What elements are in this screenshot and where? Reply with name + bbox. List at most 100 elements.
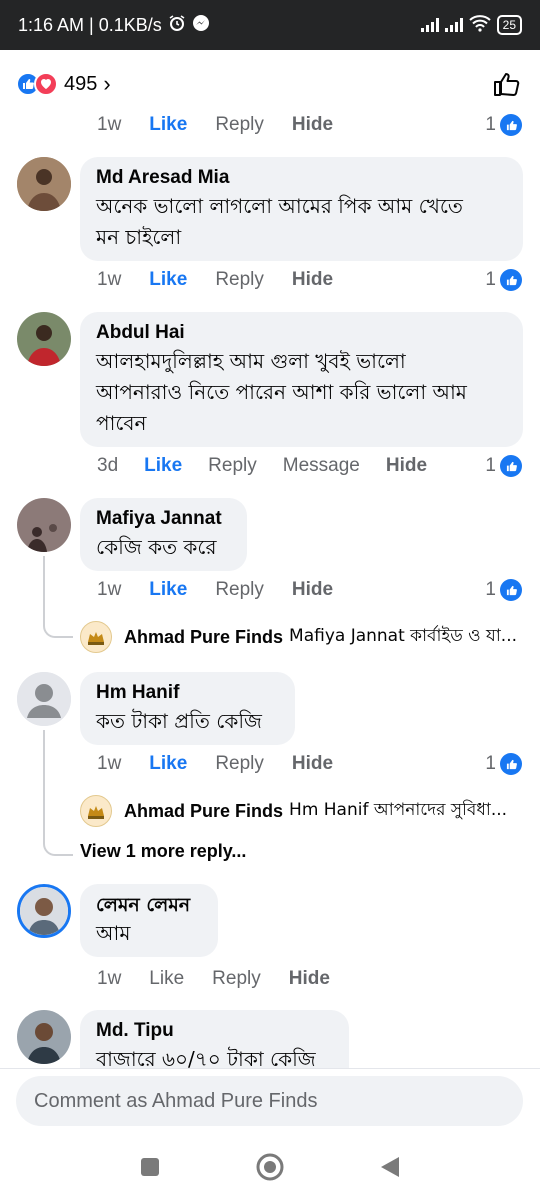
comment-bubble: লেমন লেমন আম	[80, 884, 218, 957]
reply-button[interactable]: Reply	[215, 579, 264, 601]
reply-button[interactable]: Reply	[212, 968, 261, 990]
signal-icon-2	[444, 18, 463, 32]
reaction-count-value: 1	[485, 753, 496, 774]
comment-text-line: কত টাকা প্রতি কেজি	[96, 709, 262, 733]
comment-bubble: Hm Hanif কত টাকা প্রতি কেজি	[80, 672, 295, 745]
comment-text-line: আপনারাও নিতে পারেন আশা করি ভালো আম	[96, 380, 467, 404]
avatar[interactable]	[17, 672, 71, 726]
like-button[interactable]: Like	[149, 968, 184, 990]
commenter-name[interactable]: লেমন লেমন	[96, 892, 202, 918]
commenter-name[interactable]: Md Aresad Mia	[96, 165, 507, 191]
comment-actions: 1w Like Reply Hide	[97, 968, 330, 990]
comment-actions: 1w Like Reply Hide	[97, 269, 333, 291]
reaction-count-value: 1	[485, 269, 496, 290]
reaction-count-value: 1	[485, 114, 496, 135]
avatar[interactable]	[17, 157, 71, 211]
reply-preview[interactable]: Ahmad Pure Finds Hm Hanif আপনাদের সুবিধা…	[80, 795, 520, 827]
comment-bubble: Mafiya Jannat কেজি কত করে	[80, 498, 247, 571]
comment-input[interactable]: Comment as Ahmad Pure Finds	[16, 1076, 523, 1126]
like-post-button[interactable]	[488, 66, 524, 102]
comment-text-line: আলহামদুলিল্লাহ আম গুলা খুবই ভালো	[96, 349, 406, 373]
view-more-replies-link[interactable]: View 1 more reply...	[80, 841, 246, 862]
avatar[interactable]	[17, 1010, 71, 1064]
commenter-name[interactable]: Md. Tipu	[96, 1018, 333, 1044]
comment-time: 1w	[97, 968, 122, 989]
page-avatar	[80, 621, 112, 653]
signal-icon	[420, 18, 439, 32]
reply-button[interactable]: Reply	[215, 753, 264, 775]
comment-time: 1w	[97, 114, 122, 135]
like-reaction-icon	[500, 455, 522, 477]
comment-actions: 1w Like Reply Hide	[97, 579, 333, 601]
comment-reaction-count[interactable]: 1	[485, 269, 522, 291]
thread-connector	[43, 556, 73, 638]
like-reaction-icon	[500, 579, 522, 601]
hide-button[interactable]: Hide	[289, 968, 330, 990]
commenter-name[interactable]: Hm Hanif	[96, 680, 279, 706]
comment-text-line: বাজারে ৬০/৭০ টাকা কেজি	[96, 1047, 316, 1068]
comment-text-line: মন চাইলো	[96, 225, 182, 249]
like-button[interactable]: Like	[149, 753, 187, 775]
recents-button[interactable]	[130, 1147, 170, 1187]
hide-button[interactable]: Hide	[292, 114, 333, 136]
reply-author: Ahmad Pure Finds	[124, 626, 284, 647]
hide-button[interactable]: Hide	[292, 269, 333, 291]
status-bar: 1:16 AM | 0.1KB/s 25	[0, 0, 540, 50]
reply-text: Hm Hanif আপনাদের সুবিধা...	[289, 800, 508, 820]
avatar[interactable]	[17, 312, 71, 366]
comment-bubble: Abdul Hai আলহামদুলিল্লাহ আম গুলা খুবই ভা…	[80, 312, 523, 447]
comment-time: 3d	[97, 455, 119, 476]
reply-button[interactable]: Reply	[215, 114, 264, 136]
comment-reaction-count[interactable]: 1	[485, 753, 522, 775]
reaction-count-value: 1	[485, 455, 496, 476]
comment-text-line: অনেক ভালো লাগলো আমের পিক আম খেতে	[96, 194, 463, 218]
message-button[interactable]: Message	[283, 455, 360, 477]
thread-connector	[43, 730, 73, 856]
wifi-icon	[468, 14, 491, 37]
comment-reaction-count[interactable]: 1	[485, 455, 522, 477]
like-button[interactable]: Like	[149, 579, 187, 601]
hide-button[interactable]: Hide	[386, 455, 427, 477]
comment-text-line: কেজি কত করে	[96, 535, 217, 559]
commenter-name[interactable]: Abdul Hai	[96, 320, 507, 346]
like-reaction-icon	[500, 269, 522, 291]
like-button[interactable]: Like	[149, 269, 187, 291]
reaction-count: 495	[64, 72, 98, 95]
comment-text-line: আম	[96, 921, 131, 945]
system-nav-bar	[0, 1134, 540, 1200]
reply-text: Mafiya Jannat কার্বাইড ও যা...	[289, 626, 517, 646]
comment-time: 1w	[97, 753, 122, 774]
comment-reaction-count[interactable]: 1	[485, 114, 522, 136]
like-reaction-icon	[500, 114, 522, 136]
messenger-icon	[192, 14, 210, 37]
avatar[interactable]	[17, 884, 71, 938]
comment-bubble: Md Aresad Mia অনেক ভালো লাগলো আমের পিক আ…	[80, 157, 523, 261]
comment-text-line: পাবেন	[96, 411, 147, 435]
hide-button[interactable]: Hide	[292, 579, 333, 601]
comment-time: 1w	[97, 269, 122, 290]
love-reaction-icon	[34, 72, 58, 96]
avatar[interactable]	[17, 498, 71, 552]
page-avatar	[80, 795, 112, 827]
commenter-name[interactable]: Mafiya Jannat	[96, 506, 231, 532]
like-button[interactable]: Like	[149, 114, 187, 136]
reactions-header[interactable]: 495 ›	[0, 58, 540, 110]
status-time: 1:16 AM | 0.1KB/s	[18, 14, 162, 35]
battery-indicator: 25	[496, 15, 522, 35]
comment-bubble: Md. Tipu বাজারে ৬০/৭০ টাকা কেজি	[80, 1010, 349, 1068]
reply-button[interactable]: Reply	[215, 269, 264, 291]
comment-reaction-count[interactable]: 1	[485, 579, 522, 601]
reaction-count-value: 1	[485, 579, 496, 600]
comment-actions: 1w Like Reply Hide	[97, 753, 333, 775]
like-button[interactable]: Like	[144, 455, 182, 477]
chevron-right-icon: ›	[103, 71, 111, 96]
comment-actions: 1w Like Reply Hide	[97, 114, 333, 136]
reply-author: Ahmad Pure Finds	[124, 800, 284, 821]
home-button[interactable]	[250, 1147, 290, 1187]
comment-actions: 3d Like Reply Message Hide	[97, 455, 427, 477]
reply-button[interactable]: Reply	[208, 455, 257, 477]
like-reaction-icon	[500, 753, 522, 775]
back-button[interactable]	[370, 1147, 410, 1187]
hide-button[interactable]: Hide	[292, 753, 333, 775]
reply-preview[interactable]: Ahmad Pure Finds Mafiya Jannat কার্বাইড …	[80, 621, 520, 653]
